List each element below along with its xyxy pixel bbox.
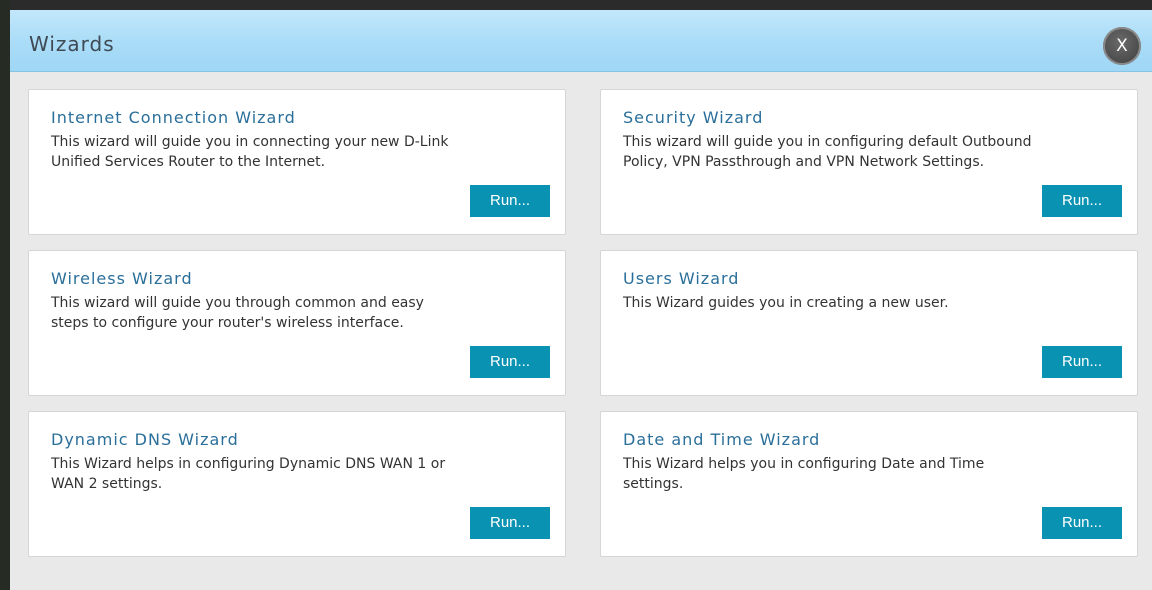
card-description: This Wizard guides you in creating a new… xyxy=(623,295,949,311)
run-date-and-time-wizard-button[interactable]: Run... xyxy=(1042,507,1122,539)
wireless-wizard-card: Wireless Wizard This wizard will guide y… xyxy=(28,250,566,396)
background-page-strip xyxy=(0,0,1152,10)
card-description: This Wizard helps in configuring Dynamic… xyxy=(51,456,446,492)
card-title: Dynamic DNS Wizard xyxy=(51,430,239,449)
internet-connection-wizard-card: Internet Connection Wizard This wizard w… xyxy=(28,89,566,235)
card-title: Security Wizard xyxy=(623,108,764,127)
card-description: This wizard will guide you through commo… xyxy=(51,295,424,331)
run-wireless-wizard-button[interactable]: Run... xyxy=(470,346,550,378)
dialog-title: Wizards xyxy=(29,32,115,56)
run-internet-connection-wizard-button[interactable]: Run... xyxy=(470,185,550,217)
run-dynamic-dns-wizard-button[interactable]: Run... xyxy=(470,507,550,539)
security-wizard-card: Security Wizard This wizard will guide y… xyxy=(600,89,1138,235)
run-security-wizard-button[interactable]: Run... xyxy=(1042,185,1122,217)
dynamic-dns-wizard-card: Dynamic DNS Wizard This Wizard helps in … xyxy=(28,411,566,557)
users-wizard-card: Users Wizard This Wizard guides you in c… xyxy=(600,250,1138,396)
card-description: This Wizard helps you in configuring Dat… xyxy=(623,456,985,492)
wizards-dialog: Wizards X Internet Connection Wizard Thi… xyxy=(10,10,1152,590)
card-title: Date and Time Wizard xyxy=(623,430,821,449)
run-users-wizard-button[interactable]: Run... xyxy=(1042,346,1122,378)
card-description: This wizard will guide you in configurin… xyxy=(623,134,1032,170)
card-title: Users Wizard xyxy=(623,269,740,288)
close-button[interactable]: X xyxy=(1103,27,1141,65)
date-and-time-wizard-card: Date and Time Wizard This Wizard helps y… xyxy=(600,411,1138,557)
card-title: Internet Connection Wizard xyxy=(51,108,296,127)
card-title: Wireless Wizard xyxy=(51,269,193,288)
background-page-edge xyxy=(0,0,10,590)
dialog-header: Wizards X xyxy=(10,10,1152,72)
card-description: This wizard will guide you in connecting… xyxy=(51,134,449,170)
